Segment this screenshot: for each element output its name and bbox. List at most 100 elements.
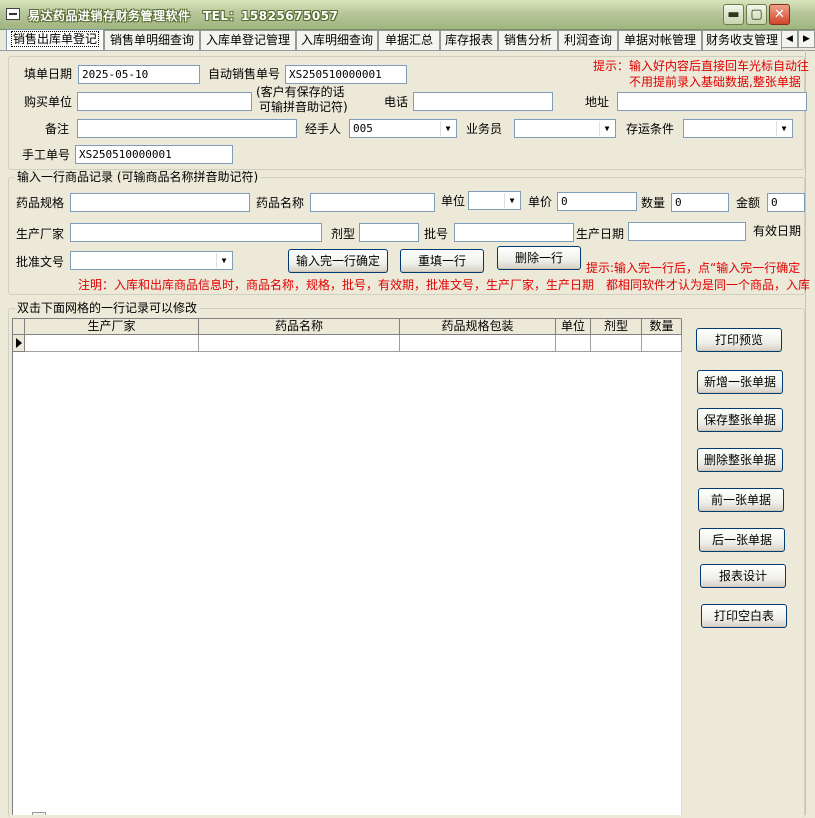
print-preview-button[interactable]: 打印预览 [696, 328, 782, 352]
auto-sales-no-input[interactable]: XS250510000001 [285, 65, 407, 84]
handler-select[interactable]: 005 ▼ [349, 119, 457, 138]
tab-scroll-left-icon[interactable]: ◀ [781, 30, 798, 48]
refill-row-button[interactable]: 重填一行 [400, 249, 484, 273]
approval-select[interactable]: ▼ [70, 251, 233, 270]
maker-input[interactable] [70, 223, 322, 242]
grid-group-title: 双击下面网格的一行记录可以修改 [15, 301, 200, 315]
new-doc-button[interactable]: 新增一张单据 [697, 370, 783, 394]
tab-doc-reconcile[interactable]: 单据对帐管理 [618, 30, 702, 50]
buyer-note-line2: 可输拼音助记符) [259, 100, 348, 114]
next-doc-button[interactable]: 后一张单据 [699, 528, 785, 552]
chevron-down-icon[interactable]: ▼ [440, 121, 455, 136]
minimize-button[interactable]: ▬ [723, 4, 744, 25]
buyer-input[interactable] [77, 92, 252, 111]
chevron-down-icon[interactable]: ▼ [776, 121, 791, 136]
name-input[interactable] [310, 193, 435, 212]
batch-label: 批号 [424, 227, 449, 241]
delete-row-button[interactable]: 删除一行 [497, 246, 581, 270]
salesman-select[interactable]: ▼ [514, 119, 616, 138]
phone-label: 电话 [384, 95, 409, 109]
spec-input[interactable] [70, 193, 250, 212]
hint-line2: 不用提前录入基础数据,整张单据 [629, 75, 801, 89]
manual-no-label: 手工单号 [22, 148, 71, 162]
grid-header-unit[interactable]: 单位 [556, 319, 591, 335]
qty-input[interactable]: 0 [671, 193, 729, 212]
items-grid[interactable]: 生产厂家 药品名称 药品规格包装 单位 剂型 数量 [12, 318, 682, 815]
close-button[interactable]: ✕ [769, 4, 790, 25]
unit-select[interactable]: ▼ [468, 191, 521, 210]
name-label: 药品名称 [256, 196, 305, 210]
grid-cell[interactable] [400, 335, 556, 352]
tab-strip: 销售出库单登记 销售单明细查询 入库单登记管理 入库明细查询 单据汇总 库存报表… [0, 29, 815, 51]
tab-sales-detail-query[interactable]: 销售单明细查询 [104, 30, 200, 50]
address-label: 地址 [585, 95, 610, 109]
window-title: 易达药品进销存财务管理软件 TEL：15825675057 [28, 9, 339, 23]
tab-finance[interactable]: 财务收支管理 [702, 30, 782, 50]
prev-doc-button[interactable]: 前一张单据 [698, 488, 784, 512]
unit-label: 单位 [441, 194, 466, 208]
panel-divider [805, 50, 806, 815]
row-pointer-icon [13, 335, 25, 352]
save-doc-button[interactable]: 保存整张单据 [697, 408, 783, 432]
remark-label: 备注 [45, 122, 70, 136]
fill-date-input[interactable]: 2025-05-10 [78, 65, 200, 84]
tab-sales-analysis[interactable]: 销售分析 [498, 30, 558, 50]
address-input[interactable] [617, 92, 807, 111]
phone-input[interactable] [413, 92, 553, 111]
grid-cell[interactable] [591, 335, 642, 352]
tab-stock-in-register[interactable]: 入库单登记管理 [200, 30, 296, 50]
title-bar: 易达药品进销存财务管理软件 TEL：15825675057 ▬ ▢ ✕ [0, 0, 815, 30]
grid-corner [13, 319, 25, 335]
grid-cell[interactable] [199, 335, 400, 352]
spec-label: 药品规格 [16, 196, 65, 210]
grid-header-dosage[interactable]: 剂型 [591, 319, 642, 335]
qty-label: 数量 [641, 196, 666, 210]
tab-stock-report[interactable]: 库存报表 [440, 30, 498, 50]
chevron-down-icon[interactable]: ▼ [216, 253, 231, 268]
grid-header-maker[interactable]: 生产厂家 [25, 319, 199, 335]
manual-no-input[interactable]: XS250510000001 [75, 145, 233, 164]
handler-label: 经手人 [305, 122, 342, 136]
tab-scroll-buttons: ◀ ▶ [781, 30, 815, 48]
confirm-row-button[interactable]: 输入完一行确定 [288, 249, 388, 273]
amount-input[interactable]: 0 [767, 193, 805, 212]
tab-doc-summary[interactable]: 单据汇总 [378, 30, 440, 50]
restore-button[interactable]: ▢ [746, 4, 767, 25]
tab-stock-in-detail[interactable]: 入库明细查询 [296, 30, 378, 50]
item-entry-title: 输入一行商品记录 (可输商品名称拼音助记符) [15, 170, 261, 184]
grid-cell[interactable] [25, 335, 199, 352]
dosage-label: 剂型 [331, 227, 356, 241]
tab-profit-query[interactable]: 利润查询 [558, 30, 618, 50]
expiry-label: 有效日期 [753, 224, 802, 238]
price-input[interactable]: 0 [557, 192, 637, 211]
grid-cell[interactable] [556, 335, 591, 352]
grid-header-qty[interactable]: 数量 [642, 319, 682, 335]
maker-label: 生产厂家 [16, 227, 65, 241]
auto-no-label: 自动销售单号 [208, 67, 281, 81]
buyer-note-line1: (客户有保存的话 [256, 85, 345, 99]
buyer-label: 购买单位 [24, 95, 73, 109]
grid-header-spec[interactable]: 药品规格包装 [400, 319, 556, 335]
delete-doc-button[interactable]: 删除整张单据 [697, 448, 783, 472]
batch-input[interactable] [454, 223, 574, 242]
app-menu-icon[interactable] [6, 8, 20, 20]
tab-scroll-right-icon[interactable]: ▶ [798, 30, 815, 48]
approval-label: 批准文号 [16, 255, 65, 269]
chevron-down-icon[interactable]: ▼ [599, 121, 614, 136]
fill-date-label: 填单日期 [24, 67, 73, 81]
storage-select[interactable]: ▼ [683, 119, 793, 138]
dosage-input[interactable] [359, 223, 419, 242]
tab-sales-out-register[interactable]: 销售出库单登记 [6, 29, 104, 51]
same-item-note: 注明：入库和出库商品信息时，商品名称，规格，批号，有效期，批准文号，生产厂家，生… [78, 278, 811, 292]
grid-cell[interactable] [642, 335, 682, 352]
mfg-date-label: 生产日期 [576, 227, 625, 241]
amount-label: 金额 [736, 196, 761, 210]
report-design-button[interactable]: 报表设计 [700, 564, 786, 588]
chevron-down-icon[interactable]: ▼ [504, 193, 519, 208]
mfg-date-input[interactable] [628, 222, 746, 241]
remark-input[interactable] [77, 119, 297, 138]
grid-header-name[interactable]: 药品名称 [199, 319, 400, 335]
price-label: 单价 [528, 195, 553, 209]
salesman-label: 业务员 [466, 122, 503, 136]
print-blank-button[interactable]: 打印空白表 [701, 604, 787, 628]
